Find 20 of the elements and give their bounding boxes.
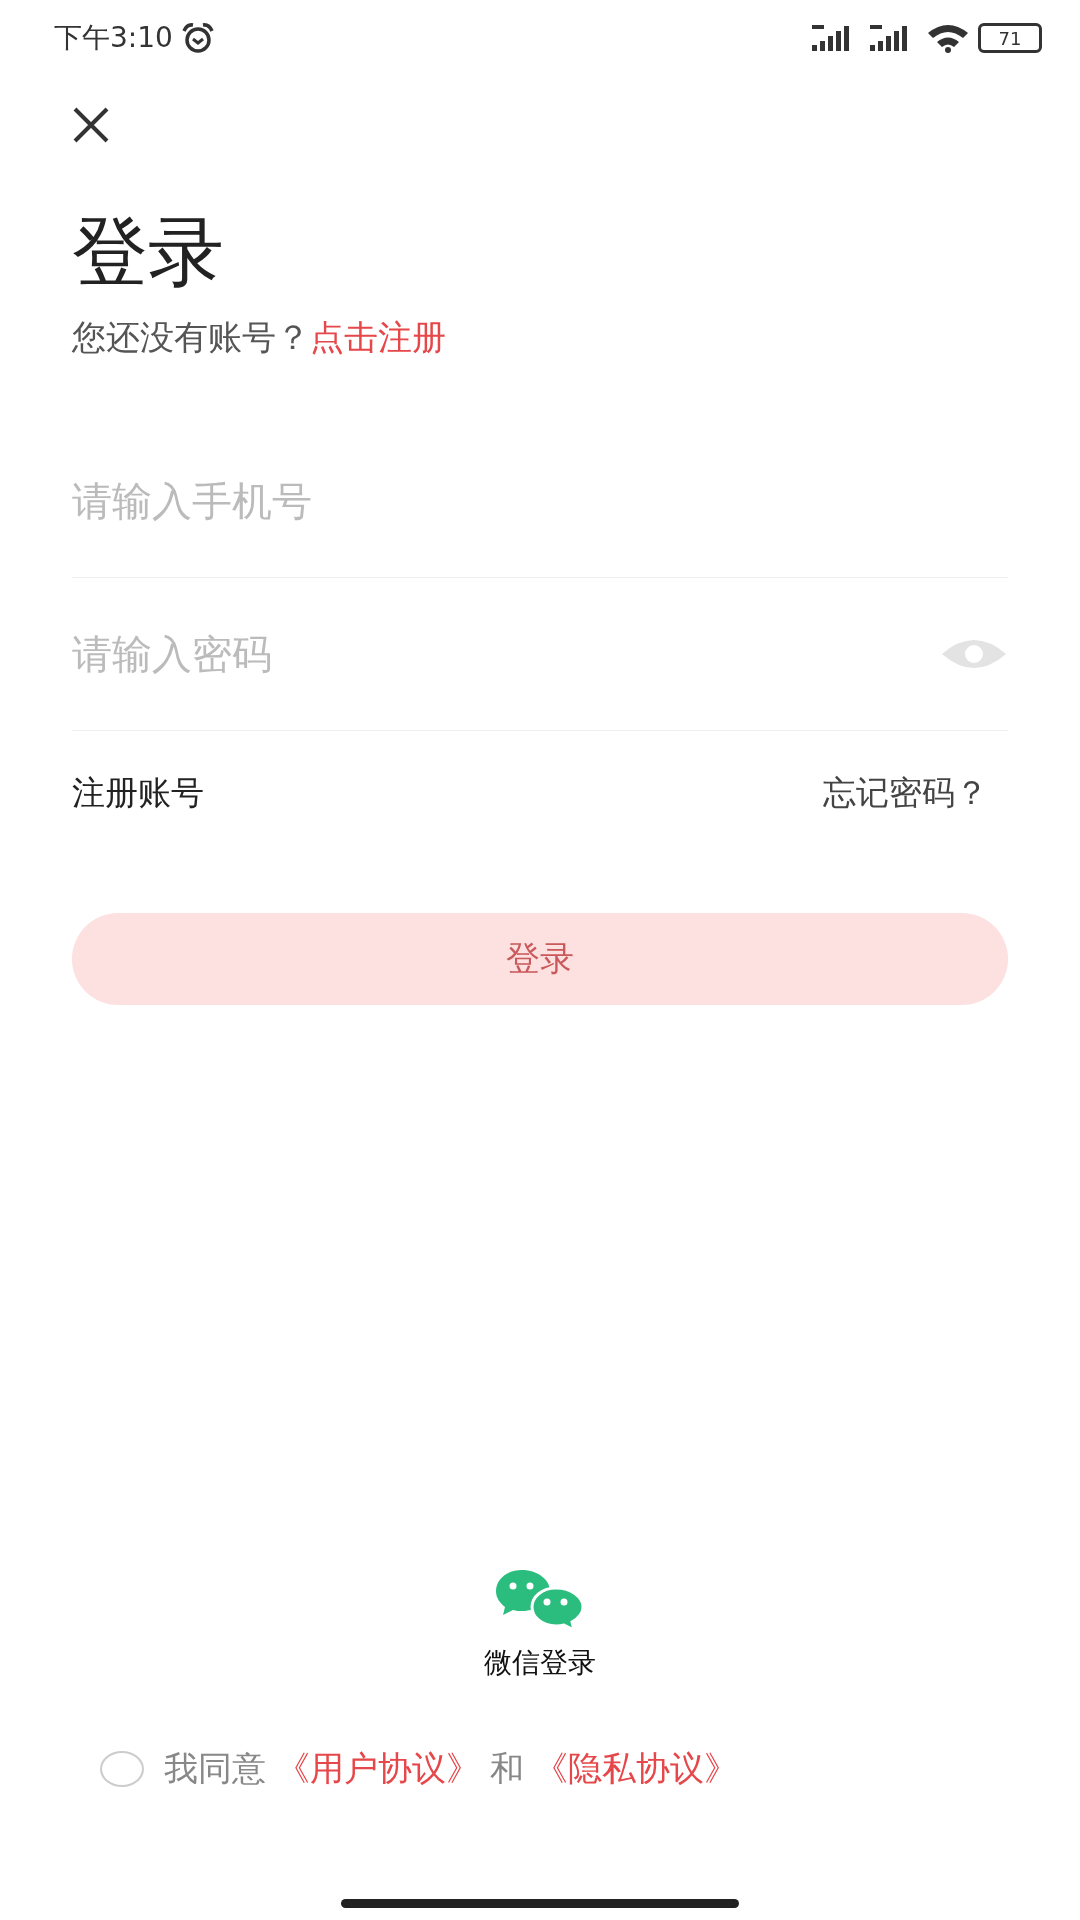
privacy-agreement-link[interactable]: 《隐私协议》 [534, 1746, 738, 1792]
subtitle-text: 您还没有账号？ [72, 316, 310, 360]
agreement-text: 我同意 [164, 1747, 266, 1790]
close-icon [72, 106, 110, 144]
battery-icon: 71 [978, 23, 1042, 53]
home-indicator[interactable] [341, 1899, 739, 1908]
page-title: 登录 [72, 206, 225, 298]
status-time: 下午3:10 [54, 20, 173, 56]
password-input-field[interactable]: 请输入密码 [72, 631, 940, 678]
register-link[interactable]: 点击注册 [310, 315, 446, 362]
forgot-password-link[interactable]: 忘记密码？ [823, 770, 988, 816]
user-agreement-link[interactable]: 《用户协议》 [276, 1746, 480, 1792]
register-account-link[interactable]: 注册账号 [72, 770, 204, 816]
conjunction-text: 和 [490, 1747, 524, 1790]
alarm-clock-icon [180, 22, 215, 54]
wechat-login-label[interactable]: 微信登录 [484, 1644, 596, 1682]
close-button[interactable] [72, 106, 110, 144]
agreement-checkbox[interactable] [100, 1751, 144, 1787]
phone-input-field[interactable]: 请输入手机号 [72, 478, 1008, 525]
wifi-icon [926, 23, 970, 53]
